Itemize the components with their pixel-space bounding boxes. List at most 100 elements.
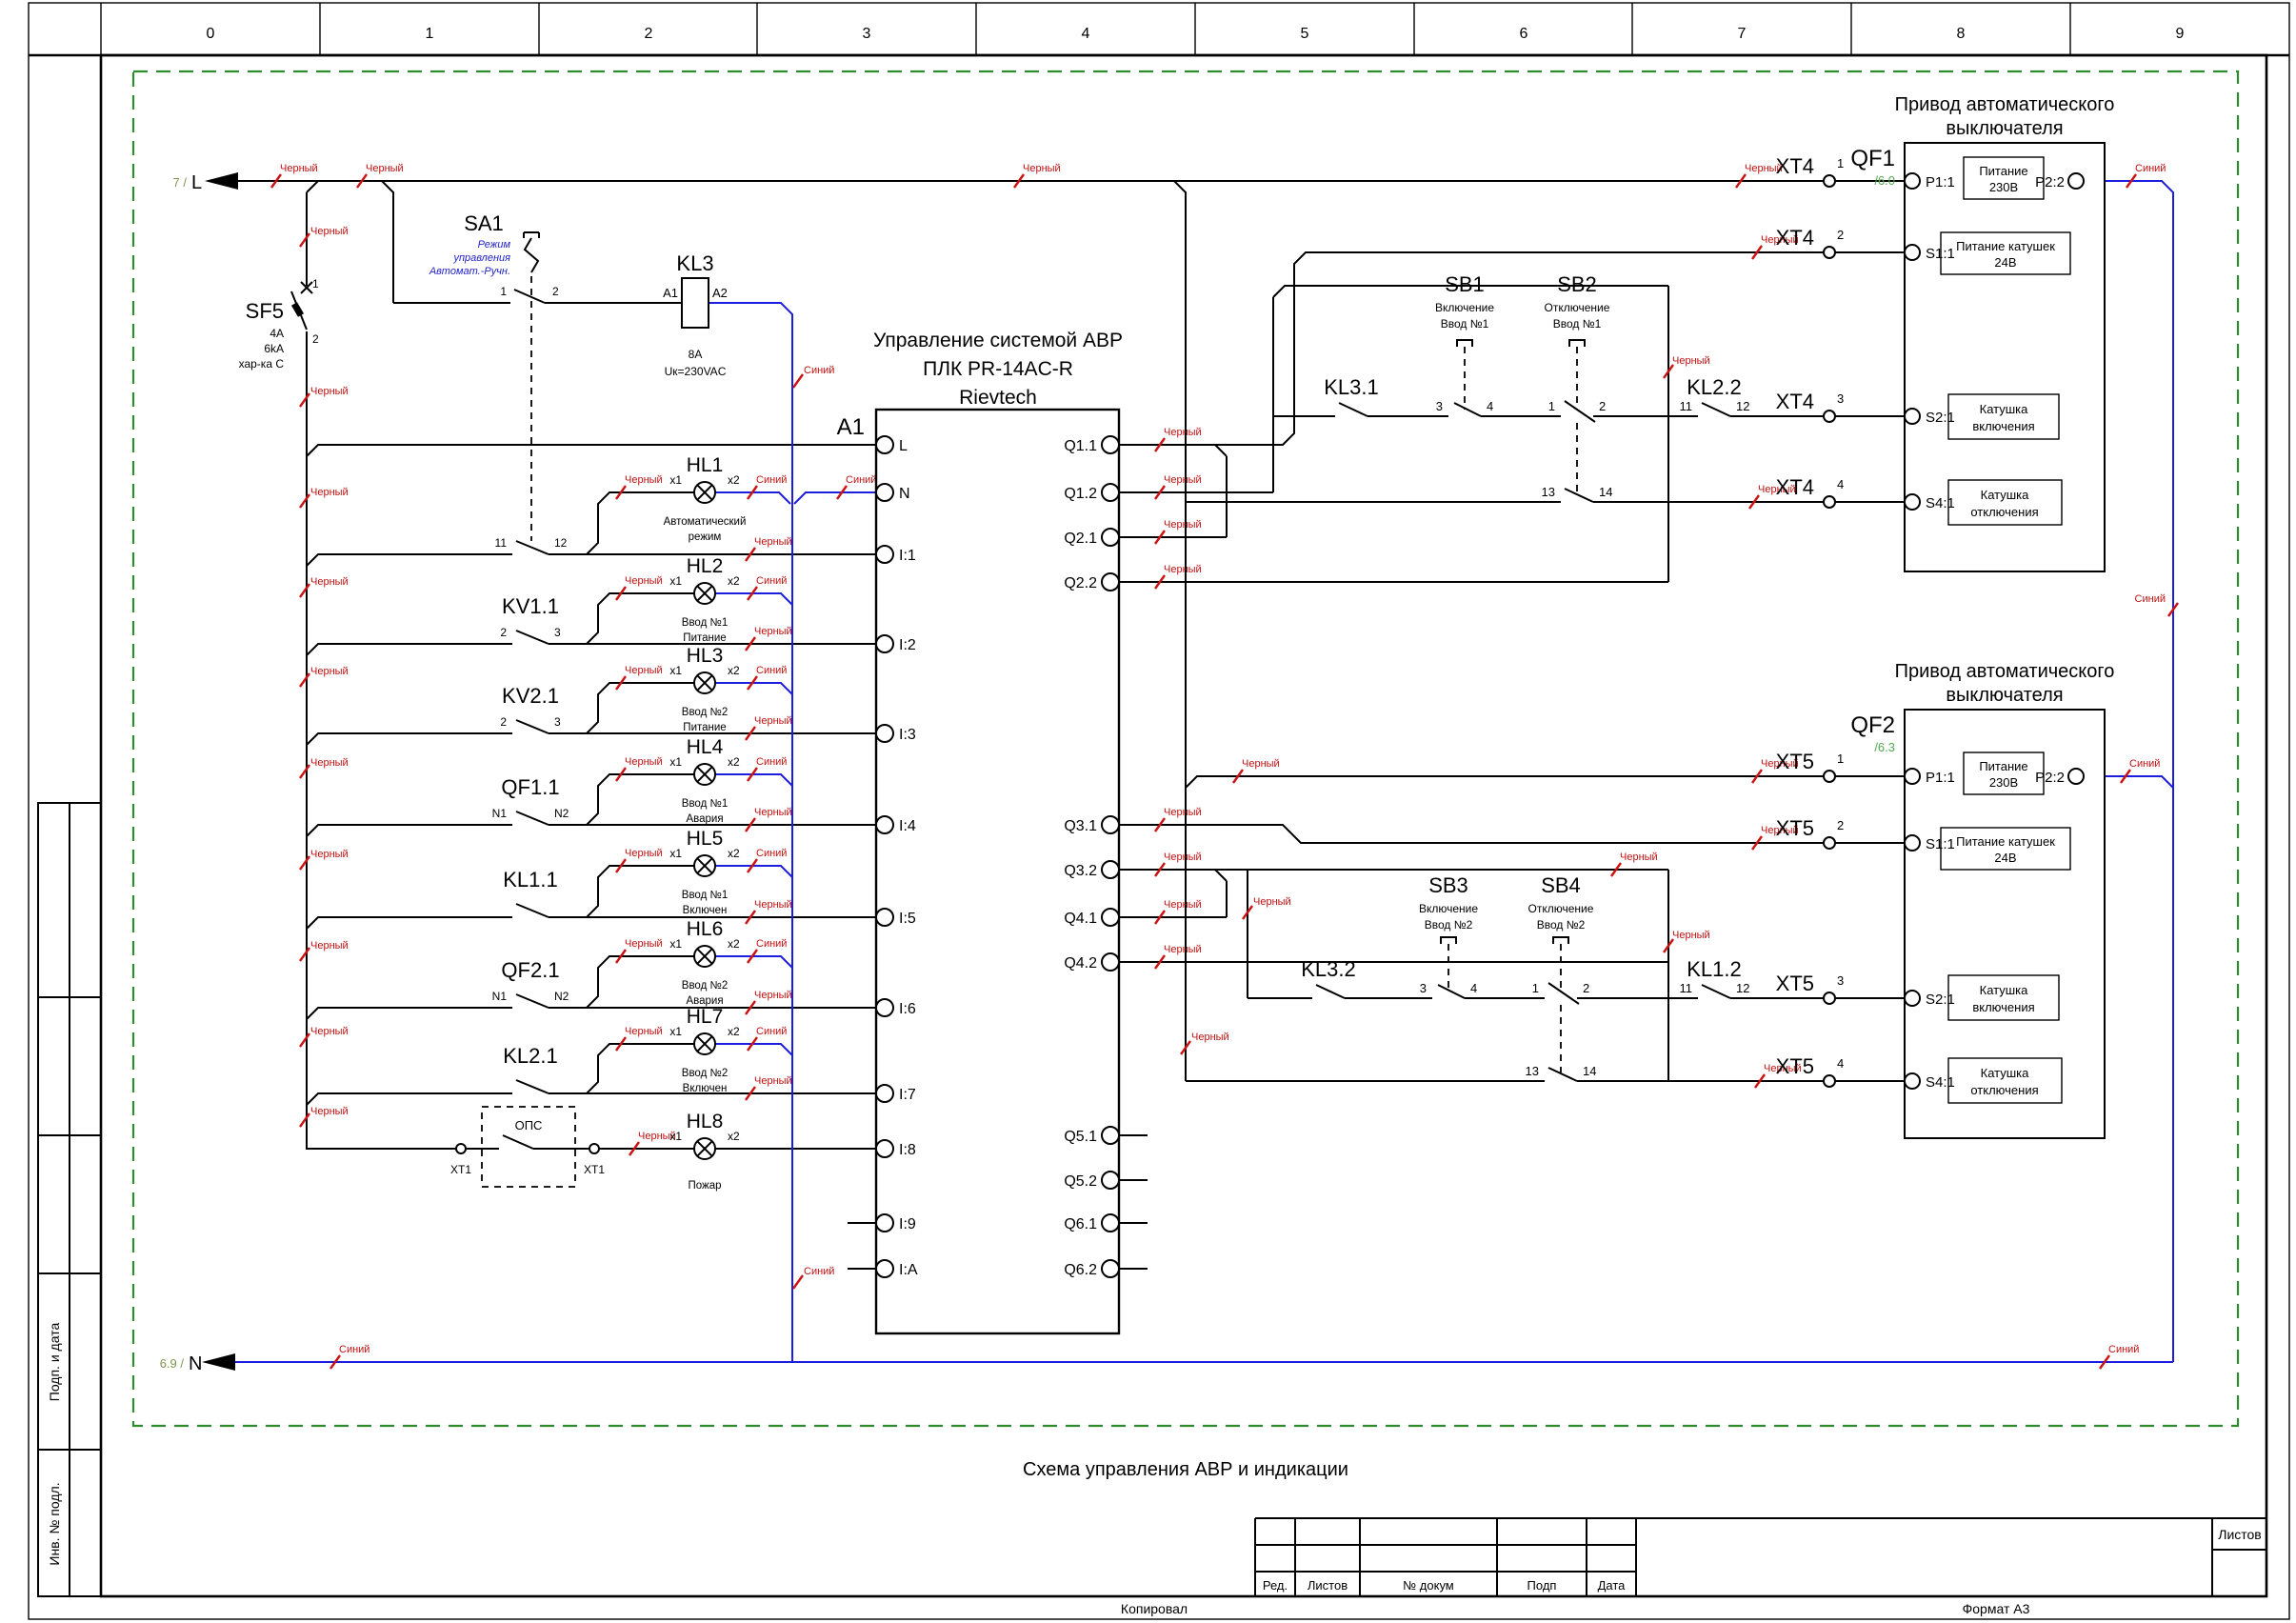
lamp-hl8-label: HL8 — [687, 1111, 724, 1132]
ops-xt1-label: XT1 — [450, 1163, 471, 1176]
lamp-caption: Питание — [683, 632, 726, 644]
lamp-pin-x2: x2 — [728, 937, 740, 951]
qf2-sheet-ref: /6.3 — [1874, 740, 1895, 754]
wire-color-label: Синий — [756, 575, 787, 587]
plc-title: ПЛК PR-14AC-R — [923, 358, 1073, 380]
lamp-pin-x2: x2 — [728, 473, 740, 487]
wire-color-label: Синий — [756, 474, 787, 486]
lamp-pin-x2: x2 — [728, 664, 740, 677]
lamp-hl3-label: HL3 — [687, 645, 724, 667]
wire-color-label: Черный — [1164, 519, 1202, 531]
sa1-pin: 1 — [500, 285, 507, 298]
wire-color-label: Черный — [754, 715, 792, 727]
plc-title: Rievtech — [959, 387, 1037, 409]
wire-color-label: Черный — [1164, 944, 1202, 955]
ruler-2: 2 — [645, 26, 653, 42]
lamp-pin-x2: x2 — [728, 847, 740, 860]
titleblock-col-data: Дата — [1598, 1578, 1627, 1593]
xt5-pin: 2 — [1837, 818, 1844, 832]
kl32-label: KL3.2 — [1301, 957, 1356, 981]
plc-input-label: I:A — [899, 1262, 918, 1278]
lamp-pin-x1: x1 — [669, 473, 682, 487]
lamp-pin-x2: x2 — [728, 1025, 740, 1038]
wire-color-label: Синий — [804, 365, 834, 376]
lamp-pin-x1: x1 — [669, 847, 682, 860]
plc-input-label: I:3 — [899, 727, 916, 743]
sf5-spec: хар-ка С — [239, 357, 285, 371]
sb1-pin: 3 — [1436, 399, 1443, 413]
lamp-caption: Включен — [683, 905, 728, 916]
wire-color-label: Черный — [1164, 427, 1202, 438]
plc-input-label: L — [899, 438, 908, 454]
plc-input-label: I:6 — [899, 1001, 916, 1017]
sb3-pin: 4 — [1470, 981, 1477, 995]
wire-color-label: Черный — [366, 163, 404, 174]
wire-color-slashes — [271, 174, 2178, 1369]
sb2-pin: 1 — [1548, 399, 1555, 413]
plc-input-label: I:4 — [899, 818, 916, 834]
qf2-box-230v: Питание — [1979, 759, 2027, 773]
wire-color-label: Синий — [2108, 1344, 2139, 1355]
wire-color-label: Черный — [1164, 564, 1202, 575]
lamp-caption: Ввод №2 — [682, 980, 728, 992]
control-group-input2: KL3.2 SB3 Включение Ввод №2 SB4 Отключен… — [1301, 750, 1844, 1087]
wire-color-label: Синий — [804, 1266, 834, 1277]
wire-color-label: Черный — [1620, 852, 1658, 863]
contact-kv11-label: KV1.1 — [502, 594, 559, 618]
wire-color-label: Черный — [280, 163, 318, 174]
plc-block: Управление системой АВР ПЛК PR-14AC-R Ri… — [837, 330, 1123, 1333]
wire-color-label: Синий — [756, 665, 787, 676]
contact-qf11-label: QF1.1 — [501, 775, 559, 799]
schematic-canvas: Подп. и дата Инв. № подл. Ред. Листов № … — [0, 0, 2296, 1623]
plc-input-label: I:7 — [899, 1087, 916, 1103]
plc-output-label: Q5.1 — [1064, 1129, 1097, 1145]
wire-color-label: Черный — [1164, 852, 1202, 863]
lamp-pin-x1: x1 — [669, 937, 682, 951]
plc-input-label: I:8 — [899, 1142, 916, 1158]
contact-pin: N2 — [554, 990, 569, 1003]
lamp-pin-x1: x1 — [669, 664, 682, 677]
xt4-label: XT4 — [1776, 475, 1814, 499]
sa1-note: управления — [452, 252, 510, 264]
lamp-hl1-label: HL1 — [687, 454, 724, 476]
qf2-title: Привод автоматического — [1895, 661, 2115, 682]
ops-label: ОПС — [515, 1118, 543, 1132]
lamp-caption: Ввод №1 — [682, 798, 728, 810]
ruler-3: 3 — [863, 26, 871, 42]
wire-color-label: Черный — [1164, 807, 1202, 818]
wire-color-label: Черный — [625, 575, 663, 587]
titleblock-col-ndokum: № докум — [1403, 1578, 1454, 1593]
net-l: 7 / L — [173, 172, 250, 193]
ruler-7: 7 — [1738, 26, 1747, 42]
lamp-caption: Авария — [686, 813, 723, 825]
wire-color-label: Синий — [756, 848, 787, 859]
lamp-caption: Автоматический — [664, 516, 747, 528]
sa1-note: Режим — [478, 239, 511, 250]
plc-input-label: N — [899, 486, 910, 502]
margin-label-sign-date: Подп. и дата — [47, 1323, 62, 1402]
lamp-caption: режим — [689, 531, 722, 543]
footer-copied-label: Копировал — [1121, 1601, 1188, 1616]
wire-color-label: Синий — [846, 474, 876, 486]
sb4-pin: 2 — [1583, 981, 1589, 995]
titleblock-sheets-label: Листов — [2218, 1527, 2262, 1542]
contact-qf21-label: QF2.1 — [501, 958, 559, 982]
qf2-box-trip-coil: Катушка — [1981, 1066, 2030, 1080]
wire-color-label: Черный — [310, 386, 349, 397]
kl22-pin: 11 — [1680, 399, 1693, 413]
left-contact-labels: KV1.1 2 3 KV2.1 2 3 QF1.1 N1 N2 KL1.1 QF… — [492, 594, 569, 1068]
xt5-terminals: XT5 1 XT5 2 XT5 3 XT5 4 — [1776, 750, 1845, 1087]
xt4-label: XT4 — [1776, 154, 1814, 178]
xt4-label: XT4 — [1776, 226, 1814, 250]
ruler-0: 0 — [207, 26, 215, 42]
lamp-labels: HL1 x1 x2 Автоматический режим HL2 x1 x2… — [664, 454, 747, 1192]
xt5-label: XT5 — [1776, 750, 1814, 773]
wire-color-label: Черный — [310, 487, 349, 498]
kl3-spec: 8А — [689, 348, 703, 361]
margin-label-inventory: Инв. № подл. — [47, 1482, 62, 1565]
qf1-title: выключателя — [1946, 118, 2063, 139]
kl22-pin: 12 — [1736, 399, 1749, 413]
wire-color-label: Черный — [754, 626, 792, 637]
kl12-pin: 12 — [1736, 981, 1749, 995]
sb4-pin2: 13 — [1526, 1064, 1539, 1078]
